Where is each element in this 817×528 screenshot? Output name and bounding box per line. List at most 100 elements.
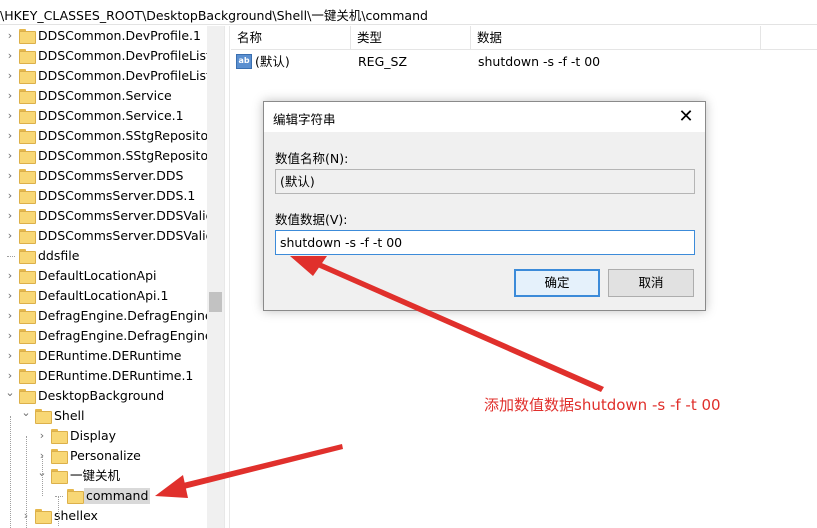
tree-item[interactable]: › DDSCommon.SStgRepository [0,126,207,146]
tree-item[interactable]: › Personalize [0,446,207,466]
registry-tree[interactable]: › DDSCommon.DevProfile.1 › DDSCommon.DevPro… [0,26,207,528]
tree-item-label: DefragEngine.DefragEngine.1 [38,328,207,343]
tree-item[interactable]: › DDSCommsServer.DDS.1 [0,186,207,206]
close-icon[interactable]: ✕ [675,106,697,128]
chevron-right-icon[interactable]: › [5,189,15,203]
address-bar[interactable]: \HKEY_CLASSES_ROOT\DesktopBackground\She… [0,0,817,25]
tree-item-label: DDSCommon.SStgRepository [38,128,207,143]
tree-item[interactable]: › DDSCommon.DevProfileListA [0,66,207,86]
tree-item[interactable]: › DDSCommsServer.DDS [0,166,207,186]
chevron-right-icon[interactable]: › [5,109,15,123]
value-name-field: (默认) [275,169,695,194]
value-name-label: 数值名称(N): [275,151,349,166]
tree-item-label: command [84,488,151,504]
tree-item[interactable]: ⌄ DesktopBackground [0,386,207,406]
tree-item-label: DERuntime.DERuntime.1 [38,368,194,383]
tree-item-label: DDSCommsServer.DDS.1 [38,188,196,203]
chevron-right-icon[interactable]: › [5,289,15,303]
column-header-data[interactable]: 数据 [471,26,761,50]
tree-item[interactable]: › DERuntime.DERuntime.1 [0,366,207,386]
column-header-name[interactable]: 名称 [231,26,351,50]
chevron-right-icon[interactable]: › [5,309,15,323]
tree-item[interactable]: ⌄ 一键关机 [0,466,207,486]
tree-item[interactable]: › DDSCommsServer.DDSValida [0,226,207,246]
folder-icon [51,469,68,484]
tree-item[interactable]: › DefragEngine.DefragEngine.1 [0,326,207,346]
chevron-right-icon[interactable]: › [5,369,15,383]
chevron-right-icon[interactable]: › [37,429,47,443]
value-data-input[interactable]: shutdown -s -f -t 00 [275,230,695,255]
tree-item-label: DDSCommon.Service [38,88,172,103]
folder-icon [19,289,36,304]
folder-icon [67,489,84,504]
tree-item[interactable]: › DefaultLocationApi.1 [0,286,207,306]
cancel-button[interactable]: 取消 [608,269,694,297]
tree-connector [42,456,43,496]
pane-splitter[interactable] [224,26,230,528]
tree-scrollbar[interactable] [207,26,224,528]
folder-icon [19,229,36,244]
chevron-right-icon[interactable]: › [5,29,15,43]
address-path: \HKEY_CLASSES_ROOT\DesktopBackground\She… [0,8,428,23]
row-data: shutdown -s -f -t 00 [478,54,601,69]
tree-item-label: DDSCommsServer.DDSValida [38,208,207,223]
tree-item[interactable]: › DefragEngine.DefragEngine [0,306,207,326]
tree-item[interactable]: › DefaultLocationApi [0,266,207,286]
tree-item[interactable]: › shellex [0,506,207,526]
tree-item[interactable]: › DDSCommon.Service.1 [0,106,207,126]
folder-icon [19,269,36,284]
folder-icon [19,209,36,224]
list-row[interactable]: ab (默认) REG_SZ shutdown -s -f -t 00 [231,52,817,72]
tree-item[interactable]: › DERuntime.DERuntime [0,346,207,366]
tree-item-label: DDSCommon.Service.1 [38,108,184,123]
tree-item[interactable]: › DDSCommon.DevProfile.1 [0,26,207,46]
tree-connector [26,436,27,528]
tree-item[interactable]: › DDSCommsServer.DDSValida [0,206,207,226]
tree-connector [58,496,59,526]
tree-item[interactable]: › Display [0,426,207,446]
tree-item-label: DDSCommsServer.DDSValida [38,228,207,243]
tree-connector [55,496,63,497]
row-name: (默认) [255,54,290,69]
folder-icon [19,189,36,204]
chevron-right-icon[interactable]: › [5,329,15,343]
chevron-down-icon[interactable]: ⌄ [21,406,31,420]
value-data-label: 数值数据(V): [275,212,348,227]
column-header-type[interactable]: 类型 [351,26,471,50]
chevron-right-icon[interactable]: › [5,349,15,363]
folder-icon [19,29,36,44]
ok-button[interactable]: 确定 [514,269,600,297]
folder-icon [19,129,36,144]
tree-item-label: DDSCommon.DevProfileListA [38,68,207,83]
chevron-right-icon[interactable]: › [5,89,15,103]
folder-icon [19,249,36,264]
chevron-right-icon[interactable]: › [5,69,15,83]
folder-icon [19,109,36,124]
tree-item[interactable]: ⌄ Shell [0,406,207,426]
chevron-right-icon[interactable]: › [5,169,15,183]
chevron-right-icon[interactable]: › [5,269,15,283]
folder-icon [19,309,36,324]
dialog-titlebar[interactable]: 编辑字符串 ✕ [264,102,705,132]
tree-item[interactable]: › DDSCommon.SStgRepository [0,146,207,166]
chevron-down-icon[interactable]: ⌄ [5,386,15,400]
chevron-right-icon[interactable]: › [5,149,15,163]
tree-item[interactable]: command [0,486,207,506]
tree-scrollbar-thumb[interactable] [209,292,222,312]
tree-item-label: shellex [54,508,98,523]
tree-item-label: Display [70,428,117,443]
tree-item-label: DesktopBackground [38,388,165,403]
tree-item-label: DefaultLocationApi.1 [38,288,169,303]
dialog-title: 编辑字符串 [273,112,336,127]
tree-item[interactable]: › DDSCommon.DevProfileListA [0,46,207,66]
chevron-right-icon[interactable]: › [5,229,15,243]
tree-item[interactable]: › DDSCommon.Service [0,86,207,106]
chevron-right-icon[interactable]: › [5,209,15,223]
chevron-right-icon[interactable]: › [5,129,15,143]
chevron-right-icon[interactable]: › [5,49,15,63]
string-value-icon: ab [236,54,252,69]
row-type: REG_SZ [358,54,408,69]
folder-icon [19,169,36,184]
tree-item[interactable]: ddsfile [0,246,207,266]
folder-icon [19,149,36,164]
